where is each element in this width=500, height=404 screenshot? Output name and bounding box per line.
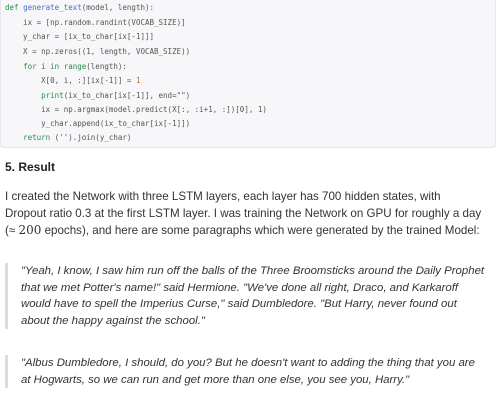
quote-text: "Albus Dumbledore, I should, do you? But… [21, 357, 475, 386]
section-heading: 5. Result [5, 160, 56, 174]
code-token: y_char = [ix_to_char[ix[-1]]] [5, 32, 155, 41]
code-token: return [23, 133, 51, 142]
code-line: X = np.zeros((1, length, VOCAB_SIZE)) [5, 47, 190, 57]
code-line: def generate_text(model, length): [5, 3, 154, 13]
paragraph-text-end: epochs), and here are some paragraphs wh… [41, 224, 480, 237]
code-token: ('').join(y_char) [50, 133, 132, 142]
code-line: ix = np.argmax(model.predict(X[:, :i+1, … [5, 105, 267, 115]
code-line: y_char = [ix_to_char[ix[-1]]] [5, 32, 154, 42]
result-paragraph: I created the Network with three LSTM la… [5, 188, 483, 239]
code-token: (ix_to_char[ix[-1]], end="") [63, 91, 191, 100]
code-token: for [23, 62, 37, 71]
code-token: (model, length): [81, 3, 155, 12]
code-token: 1 [135, 76, 141, 85]
generated-quote-1: "Yeah, I know, I saw him run off the bal… [5, 263, 485, 329]
generated-quote-2: "Albus Dumbledore, I should, do you? But… [5, 355, 485, 388]
code-token: print [41, 91, 64, 100]
code-token: def [5, 3, 24, 12]
code-token: i [36, 62, 51, 71]
code-token: (length): [86, 62, 127, 71]
epoch-count: 200 [18, 223, 42, 237]
code-token: ix = [np.random.randint(VOCAB_SIZE)] [5, 18, 186, 27]
code-line: return ('').join(y_char) [5, 133, 131, 143]
code-token: y_char.append(ix_to_char[ix[-1]]) [5, 119, 191, 128]
quote-text: "Yeah, I know, I saw him run off the bal… [21, 265, 485, 327]
code-token: in [50, 62, 60, 71]
code-token: ix = np.argmax(model.predict(X[:, :i+1, … [5, 105, 267, 114]
code-line: print(ix_to_char[ix[-1]], end="") [5, 91, 190, 101]
code-block: def generate_text(model, length): ix = [… [0, 0, 496, 148]
code-token: X = np.zeros((1, length, VOCAB_SIZE)) [5, 47, 191, 56]
code-token: generate_text [23, 3, 82, 12]
code-line: ix = [np.random.randint(VOCAB_SIZE)] [5, 18, 186, 28]
code-line: X[0, i, :][ix[-1]] = 1 [5, 76, 140, 86]
code-line: for i in range(length): [5, 62, 127, 72]
code-token: range [63, 62, 87, 71]
code-token: X[0, i, :][ix[-1]] = [5, 76, 136, 85]
code-line: y_char.append(ix_to_char[ix[-1]]) [5, 119, 190, 129]
